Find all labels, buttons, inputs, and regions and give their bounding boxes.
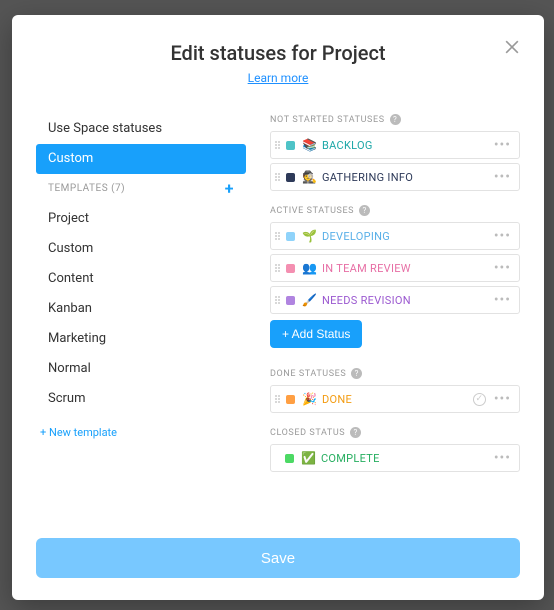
color-chip[interactable] bbox=[286, 264, 295, 273]
templates-header: TEMPLATES (7) + bbox=[36, 174, 246, 204]
more-icon[interactable]: ••• bbox=[492, 137, 513, 153]
status-row-developing[interactable]: 🌱 DEVELOPING ••• bbox=[270, 222, 520, 250]
help-icon[interactable]: ? bbox=[359, 205, 370, 216]
color-chip[interactable] bbox=[286, 395, 295, 404]
status-name: COMPLETE bbox=[321, 452, 492, 465]
color-chip[interactable] bbox=[286, 232, 295, 241]
drag-handle-icon[interactable] bbox=[275, 395, 280, 403]
check-circle-icon[interactable]: ✓ bbox=[473, 393, 486, 406]
group-label-closed: CLOSED STATUS ? bbox=[270, 427, 520, 438]
sidebar-template-normal[interactable]: Normal bbox=[36, 354, 246, 384]
color-chip[interactable] bbox=[286, 296, 295, 305]
status-row-gathering-info[interactable]: 🕵️ GATHERING INFO ••• bbox=[270, 163, 520, 191]
close-icon[interactable] bbox=[502, 37, 522, 61]
emoji-icon: 🖌️ bbox=[302, 293, 317, 307]
sidebar-item-custom[interactable]: Custom bbox=[36, 144, 246, 174]
color-chip[interactable] bbox=[285, 454, 294, 463]
emoji-icon: 🎉 bbox=[302, 392, 317, 406]
emoji-icon: 🌱 bbox=[302, 229, 317, 243]
group-label-active: ACTIVE STATUSES ? bbox=[270, 205, 520, 216]
help-icon[interactable]: ? bbox=[350, 427, 361, 438]
emoji-icon: 🕵️ bbox=[302, 170, 317, 184]
more-icon[interactable]: ••• bbox=[492, 292, 513, 308]
drag-handle-icon[interactable] bbox=[275, 173, 280, 181]
add-template-icon[interactable]: + bbox=[225, 174, 234, 204]
more-icon[interactable]: ••• bbox=[492, 169, 513, 185]
more-icon[interactable]: ••• bbox=[492, 450, 513, 466]
save-button[interactable]: Save bbox=[36, 538, 520, 578]
status-row-backlog[interactable]: 📚 BACKLOG ••• bbox=[270, 131, 520, 159]
group-label-not-started: NOT STARTED STATUSES ? bbox=[270, 114, 520, 125]
sidebar-template-project[interactable]: Project bbox=[36, 204, 246, 234]
modal-title: Edit statuses for Project bbox=[36, 41, 520, 65]
color-chip[interactable] bbox=[286, 141, 295, 150]
status-row-needs-revision[interactable]: 🖌️ NEEDS REVISION ••• bbox=[270, 286, 520, 314]
modal-header: Edit statuses for Project Learn more bbox=[36, 41, 520, 86]
modal-body: Use Space statuses Custom TEMPLATES (7) … bbox=[36, 114, 520, 520]
help-icon[interactable]: ? bbox=[351, 368, 362, 379]
status-row-complete[interactable]: ✅ COMPLETE ••• bbox=[270, 444, 520, 472]
sidebar-item-use-space[interactable]: Use Space statuses bbox=[36, 114, 246, 144]
drag-handle-icon[interactable] bbox=[275, 296, 280, 304]
group-label-done: DONE STATUSES ? bbox=[270, 368, 520, 379]
status-name: IN TEAM REVIEW bbox=[322, 262, 492, 275]
templates-label: TEMPLATES (7) bbox=[48, 174, 125, 204]
status-name: GATHERING INFO bbox=[322, 171, 492, 184]
status-name: NEEDS REVISION bbox=[322, 294, 492, 307]
sidebar-template-marketing[interactable]: Marketing bbox=[36, 324, 246, 354]
sidebar: Use Space statuses Custom TEMPLATES (7) … bbox=[36, 114, 246, 520]
statuses-panel: NOT STARTED STATUSES ? 📚 BACKLOG ••• 🕵️ … bbox=[270, 114, 520, 520]
drag-handle-icon[interactable] bbox=[275, 264, 280, 272]
sidebar-template-scrum[interactable]: Scrum bbox=[36, 384, 246, 414]
learn-more-link[interactable]: Learn more bbox=[248, 71, 309, 85]
new-template-link[interactable]: + New template bbox=[36, 426, 246, 439]
help-icon[interactable]: ? bbox=[390, 114, 401, 125]
emoji-icon: ✅ bbox=[301, 451, 316, 465]
drag-handle-icon[interactable] bbox=[275, 232, 280, 240]
add-status-button[interactable]: + Add Status bbox=[270, 320, 362, 348]
color-chip[interactable] bbox=[286, 173, 295, 182]
emoji-icon: 👥 bbox=[302, 261, 317, 275]
edit-statuses-modal: Edit statuses for Project Learn more Use… bbox=[12, 15, 544, 600]
status-row-done[interactable]: 🎉 DONE ✓ ••• bbox=[270, 385, 520, 413]
status-name: BACKLOG bbox=[322, 139, 492, 152]
more-icon[interactable]: ••• bbox=[492, 260, 513, 276]
sidebar-template-kanban[interactable]: Kanban bbox=[36, 294, 246, 324]
status-name: DEVELOPING bbox=[322, 230, 492, 243]
sidebar-template-content[interactable]: Content bbox=[36, 264, 246, 294]
status-row-in-team-review[interactable]: 👥 IN TEAM REVIEW ••• bbox=[270, 254, 520, 282]
more-icon[interactable]: ••• bbox=[492, 228, 513, 244]
modal-footer: Save bbox=[36, 538, 520, 578]
more-icon[interactable]: ••• bbox=[492, 391, 513, 407]
status-name: DONE bbox=[322, 393, 473, 406]
emoji-icon: 📚 bbox=[302, 138, 317, 152]
drag-handle-icon[interactable] bbox=[275, 141, 280, 149]
sidebar-template-custom[interactable]: Custom bbox=[36, 234, 246, 264]
